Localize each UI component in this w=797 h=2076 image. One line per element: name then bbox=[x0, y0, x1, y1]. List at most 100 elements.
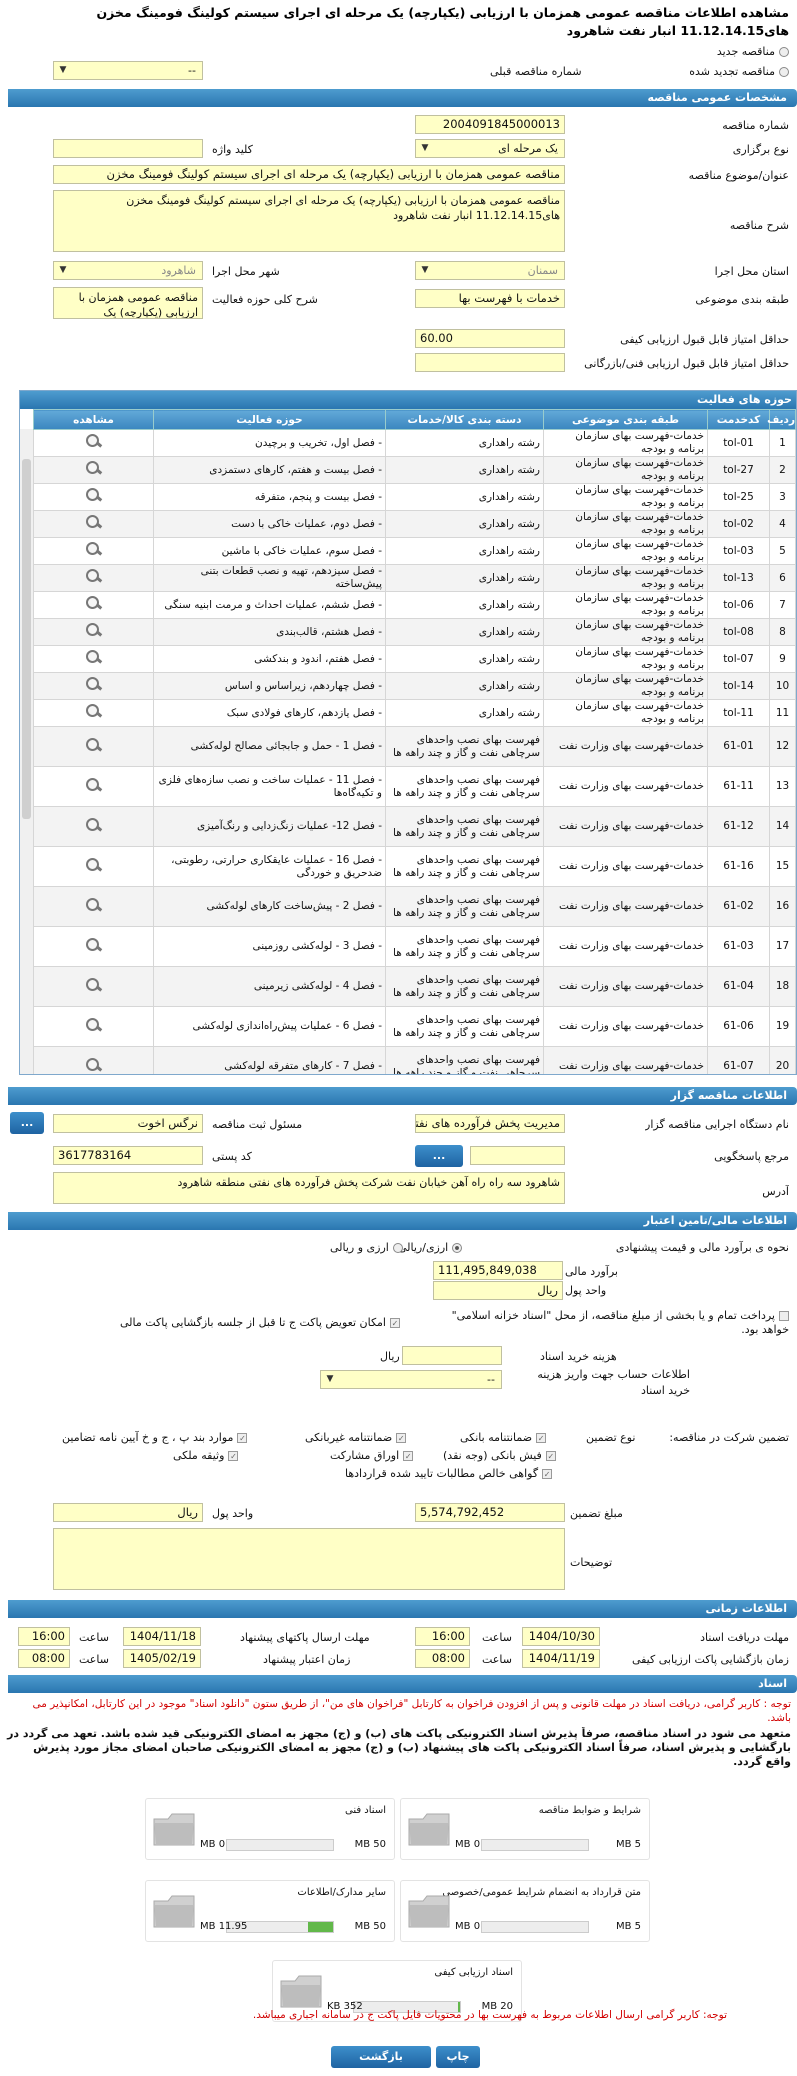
reference-field[interactable] bbox=[470, 1146, 565, 1165]
document-box[interactable]: سایر مدارک/اطلاعات 50 MB 11.95 MB bbox=[145, 1880, 395, 1942]
magnifier-icon[interactable] bbox=[84, 595, 104, 611]
estimate-label: برآورد مالی bbox=[565, 1265, 618, 1278]
reference-select-button[interactable]: ... bbox=[415, 1145, 463, 1167]
magnifier-icon[interactable] bbox=[84, 622, 104, 638]
guarantee-amount-field[interactable]: 5,574,792,452 bbox=[415, 1503, 565, 1522]
doc-deadline-date[interactable]: 1404/10/30 bbox=[522, 1627, 600, 1646]
g-property-checkbox[interactable]: ✓وثیقه ملکی bbox=[173, 1448, 239, 1464]
holding-type-select[interactable]: یک مرحله ای ▼ bbox=[415, 139, 565, 158]
print-button[interactable]: چاپ bbox=[436, 2046, 480, 2068]
docs-notice: توجه : کاربر گرامی، دریافت اسناد در مهلت… bbox=[32, 1698, 791, 1724]
magnifier-icon[interactable] bbox=[84, 897, 104, 913]
new-tender-radio[interactable]: مناقصه جدید bbox=[717, 44, 789, 60]
desc-field[interactable]: مناقصه عمومی همزمان با ارزیابی (یکپارچه)… bbox=[53, 190, 565, 252]
send-deadline-time[interactable]: 16:00 bbox=[18, 1627, 70, 1646]
activity-table-header: ردیف کدخدمت طبقه بندی موضوعی دسته بندی کالا… bbox=[33, 409, 796, 430]
table-cell: 1 bbox=[769, 429, 796, 457]
registrar-field[interactable]: نرگس اخوت bbox=[53, 1114, 203, 1133]
doc-cost-field[interactable] bbox=[402, 1346, 502, 1365]
document-current-size: 11.95 MB bbox=[200, 1921, 248, 1932]
scroll-thumb[interactable] bbox=[22, 459, 31, 819]
g-cases-label: موارد بند پ ، ج و خ آیین نامه تضامین bbox=[62, 1431, 234, 1444]
magnifier-icon[interactable] bbox=[84, 541, 104, 557]
table-cell: رشته راهداری bbox=[385, 429, 544, 457]
table-cell: خدمات-فهرست بهای وزارت نفت bbox=[543, 806, 708, 847]
g-check-label: فیش بانکی (وجه نقد) bbox=[443, 1449, 542, 1462]
g-check-checkbox[interactable]: ✓فیش بانکی (وجه نقد) bbox=[443, 1448, 556, 1464]
city-select[interactable]: شاهرود ▼ bbox=[53, 261, 203, 280]
document-box[interactable]: اسناد فنی 50 MB 0 MB bbox=[145, 1798, 395, 1860]
prev-tender-label: شماره مناقصه قبلی bbox=[490, 65, 582, 78]
g-cert-checkbox[interactable]: ✓گواهی خالص مطالبات تایید شده قراردادها bbox=[345, 1466, 553, 1482]
back-button[interactable]: بازگشت bbox=[331, 2046, 431, 2068]
table-scrollbar[interactable] bbox=[20, 429, 34, 1074]
quality-open-date[interactable]: 1404/11/19 bbox=[522, 1649, 600, 1668]
magnifier-icon[interactable] bbox=[84, 676, 104, 692]
send-deadline-date[interactable]: 1404/11/18 bbox=[123, 1627, 201, 1646]
g-nonbank-checkbox[interactable]: ✓ضمانتنامه غیربانکی bbox=[305, 1430, 407, 1446]
estimate-type-label: نحوه ی برآورد مالی و قیمت پیشنهادی bbox=[615, 1241, 789, 1254]
account-select[interactable]: -- ▼ bbox=[320, 1370, 502, 1389]
magnifier-icon[interactable] bbox=[84, 1017, 104, 1033]
validity-time[interactable]: 08:00 bbox=[18, 1649, 70, 1668]
magnifier-icon[interactable] bbox=[84, 487, 104, 503]
magnifier-icon[interactable] bbox=[84, 737, 104, 753]
keyword-field[interactable] bbox=[53, 139, 203, 158]
magnifier-icon[interactable] bbox=[84, 568, 104, 584]
prev-tender-select[interactable]: -- ▼ bbox=[53, 61, 203, 80]
document-box[interactable]: شرایط و ضوابط مناقصه 5 MB 0 MB bbox=[400, 1798, 650, 1860]
validity-time-label: ساعت bbox=[79, 1653, 109, 1666]
table-cell: خدمات-فهرست بهای سازمان برنامه و بودجه bbox=[543, 645, 708, 673]
unit-field[interactable]: ریال bbox=[433, 1281, 563, 1300]
treasury-checkbox[interactable]: پرداخت تمام و یا بخشی از مبلغ مناقصه، از… bbox=[452, 1308, 789, 1324]
replace-checkbox[interactable]: ✓امکان تعویض پاکت ج تا قبل از جلسه بازگش… bbox=[120, 1315, 400, 1331]
magnifier-icon[interactable] bbox=[84, 857, 104, 873]
notes-field[interactable] bbox=[53, 1528, 565, 1590]
registrar-more-button[interactable]: ... bbox=[10, 1112, 44, 1134]
table-row: 14 61-12 خدمات-فهرست بهای وزارت نفت فهرست ب… bbox=[33, 806, 796, 847]
magnifier-icon[interactable] bbox=[84, 703, 104, 719]
g-cert-label: گواهی خالص مطالبات تایید شده قراردادها bbox=[345, 1467, 539, 1480]
section-financial: اطلاعات مالی/تامین اعتبار bbox=[8, 1212, 797, 1230]
guarantee-type-label: نوع تضمین bbox=[586, 1431, 636, 1444]
table-header-cell: حوزه فعالیت bbox=[153, 409, 386, 430]
address-field[interactable]: شاهرود سه راه راه آهن خیابان نفت شرکت پخ… bbox=[53, 1172, 565, 1204]
document-box[interactable]: متن قرارداد به انضمام شرایط عمومی/خصوصی 5… bbox=[400, 1880, 650, 1942]
province-select[interactable]: سمنان ▼ bbox=[415, 261, 565, 280]
docs-notice-2: توجه: کاربر گرامی ارسال اطلاعات مربوط به… bbox=[252, 2009, 727, 2021]
magnifier-icon[interactable] bbox=[84, 977, 104, 993]
subject-field[interactable]: مناقصه عمومی همزمان با ارزیابی (یکپارچه)… bbox=[53, 165, 565, 184]
table-cell: خدمات-فهرست بهای سازمان برنامه و بودجه bbox=[543, 456, 708, 484]
checkbox-icon: ✓ bbox=[396, 1433, 407, 1443]
validity-date[interactable]: 1405/02/19 bbox=[123, 1649, 201, 1668]
guarantee-unit-field[interactable]: ریال bbox=[53, 1503, 203, 1522]
magnifier-icon[interactable] bbox=[84, 1057, 104, 1073]
executor-field[interactable]: مدیریت پخش فرآورده های نفتی bbox=[415, 1114, 565, 1133]
estimate-field[interactable]: 111,495,849,038 bbox=[433, 1261, 563, 1280]
magnifier-icon[interactable] bbox=[84, 433, 104, 449]
activity-desc-field[interactable]: مناقصه عمومی همزمان با ارزیابی (یکپارچه)… bbox=[53, 287, 203, 319]
g-cases-checkbox[interactable]: ✓موارد بند پ ، ج و خ آیین نامه تضامین bbox=[62, 1430, 248, 1446]
magnifier-icon[interactable] bbox=[84, 460, 104, 476]
magnifier-icon[interactable] bbox=[84, 817, 104, 833]
quality-open-time[interactable]: 08:00 bbox=[415, 1649, 470, 1668]
magnifier-icon[interactable] bbox=[84, 937, 104, 953]
view-cell bbox=[33, 591, 154, 619]
tender-no-field[interactable]: 2004091845000013 bbox=[415, 115, 565, 134]
g-bonds-checkbox[interactable]: ✓اوراق مشارکت bbox=[330, 1448, 414, 1464]
activity-desc-label: شرح کلی حوزه فعالیت bbox=[212, 293, 318, 306]
doc-deadline-time[interactable]: 16:00 bbox=[415, 1627, 470, 1646]
min-quality-field[interactable]: 60.00 bbox=[415, 329, 565, 348]
currency-radio[interactable]: ارزی و ریالی bbox=[330, 1240, 403, 1256]
magnifier-icon[interactable] bbox=[84, 649, 104, 665]
g-property-label: وثیقه ملکی bbox=[173, 1449, 225, 1462]
postal-field[interactable]: 3617783164 bbox=[53, 1146, 203, 1165]
table-cell: 14 bbox=[769, 806, 796, 847]
min-tech-field[interactable] bbox=[415, 353, 565, 372]
renewed-tender-radio[interactable]: مناقصه تجدید شده bbox=[689, 64, 789, 80]
g-bank-checkbox[interactable]: ✓ضمانتنامه بانکی bbox=[460, 1430, 547, 1446]
magnifier-icon[interactable] bbox=[84, 514, 104, 530]
category-field[interactable]: خدمات با فهرست بها bbox=[415, 289, 565, 308]
rial-radio[interactable]: ارزی/ریالی bbox=[398, 1240, 463, 1256]
magnifier-icon[interactable] bbox=[84, 777, 104, 793]
